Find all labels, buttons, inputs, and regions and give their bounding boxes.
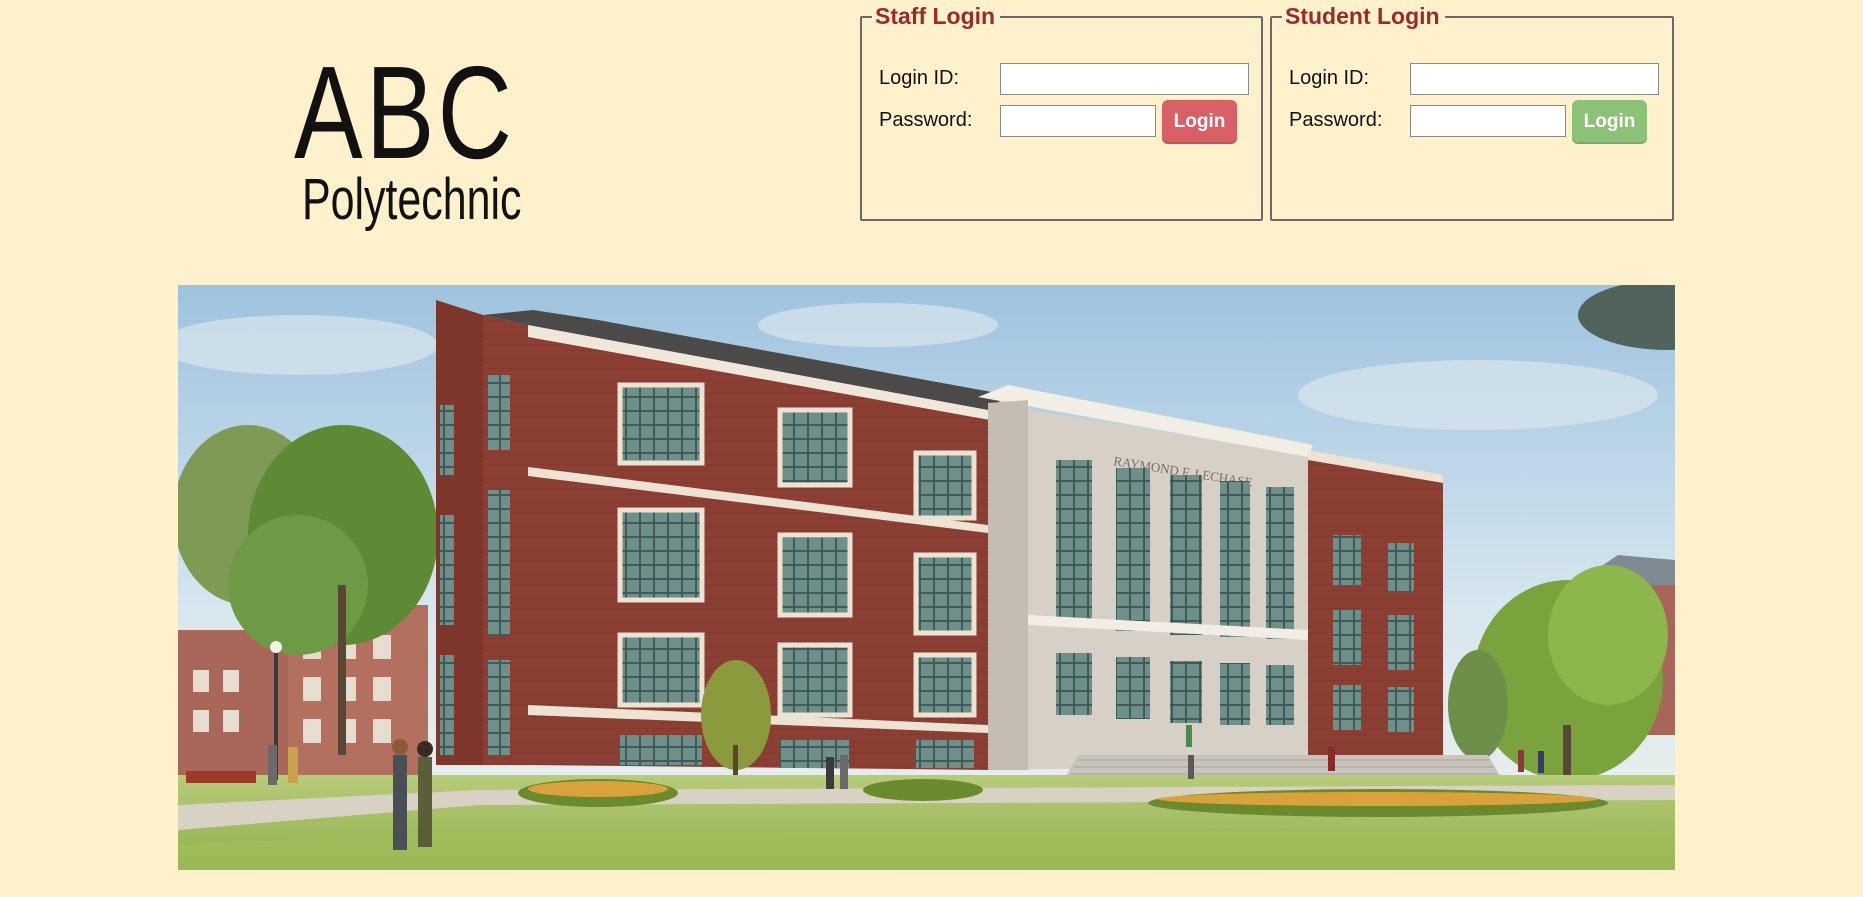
student-login-id-input[interactable] bbox=[1410, 63, 1659, 95]
login-page: ABC Polytechnic Staff Login Login ID: Pa… bbox=[0, 0, 1863, 897]
student-password-label: Password: bbox=[1289, 109, 1383, 131]
student-login-panel: Student Login Login ID: Password: Login bbox=[1270, 2, 1674, 221]
student-login-id-label: Login ID: bbox=[1289, 67, 1370, 89]
student-password-input[interactable] bbox=[1410, 105, 1566, 137]
campus-building-image: RAYMOND F. LECHASE bbox=[178, 285, 1675, 870]
staff-login-id-input[interactable] bbox=[1000, 63, 1249, 95]
student-login-button[interactable]: Login bbox=[1572, 100, 1647, 144]
staff-password-label: Password: bbox=[879, 109, 973, 131]
school-logo: ABC Polytechnic bbox=[294, 39, 554, 232]
logo-sub-text: Polytechnic bbox=[302, 167, 522, 232]
staff-password-input[interactable] bbox=[1000, 105, 1156, 137]
logo-main-text: ABC bbox=[294, 39, 516, 186]
staff-login-legend: Staff Login bbox=[872, 2, 1001, 30]
staff-login-id-label: Login ID: bbox=[879, 67, 960, 89]
student-login-legend: Student Login bbox=[1282, 2, 1445, 30]
staff-login-button[interactable]: Login bbox=[1162, 100, 1237, 144]
staff-login-panel: Staff Login Login ID: Password: Login bbox=[860, 2, 1263, 221]
